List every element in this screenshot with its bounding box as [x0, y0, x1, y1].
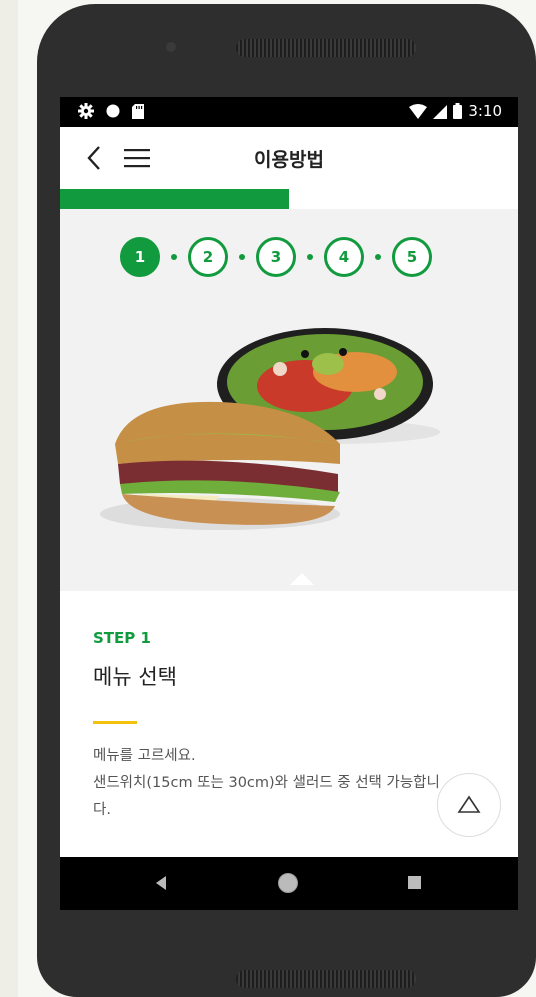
- bottom-speaker: [236, 970, 416, 988]
- progress-track: [60, 189, 518, 210]
- battery-icon: [453, 103, 463, 119]
- status-icons-left: [78, 103, 144, 119]
- nav-recent-apps-button[interactable]: [408, 876, 421, 889]
- settings-icon: [78, 103, 94, 119]
- scroll-top-button[interactable]: [437, 773, 501, 837]
- hero-section: 1 2 3 4 5: [60, 209, 518, 591]
- step-separator: [171, 254, 177, 260]
- status-time: 3:10: [468, 102, 502, 120]
- step-4[interactable]: 4: [324, 237, 364, 277]
- heading-underline: [93, 721, 137, 724]
- description-line-1: 메뉴를 고르세요.: [93, 748, 196, 764]
- status-bar: 3:10: [60, 97, 518, 127]
- step-label: STEP 1: [93, 629, 151, 647]
- step-separator: [307, 254, 313, 260]
- sandwich-salad-image: [100, 328, 440, 530]
- step-2[interactable]: 2: [188, 237, 228, 277]
- system-nav-bar: [60, 857, 518, 910]
- step-description: 메뉴를 고르세요. 샌드위치(15cm 또는 30cm)와 샐러드 중 선택 가…: [93, 743, 473, 824]
- step-content: STEP 1 메뉴 선택 메뉴를 고르세요. 샌드위치(15cm 또는 30cm…: [60, 591, 518, 857]
- wifi-icon: [409, 103, 428, 119]
- nav-home-button[interactable]: [278, 873, 298, 893]
- step-indicator: 1 2 3 4 5: [120, 235, 432, 279]
- progress-fill: [60, 189, 289, 209]
- signal-icon: [433, 104, 448, 119]
- step-heading: 메뉴 선택: [93, 665, 177, 689]
- record-icon: [106, 104, 120, 118]
- sd-card-icon: [132, 103, 144, 119]
- top-speaker: [236, 39, 416, 57]
- status-icons-right: 3:10: [409, 102, 502, 120]
- front-camera: [166, 42, 176, 52]
- step-5[interactable]: 5: [392, 237, 432, 277]
- step-1[interactable]: 1: [120, 237, 160, 277]
- page-title: 이용방법: [254, 149, 324, 171]
- step-separator: [375, 254, 381, 260]
- description-line-2: 샌드위치(15cm 또는 30cm)와 샐러드 중 선택 가능합니: [93, 775, 440, 791]
- app-bar: 이용방법: [60, 127, 518, 189]
- description-line-3: 다.: [93, 802, 111, 818]
- phone-screen: 3:10 이용방법 1 2 3 4 5 STEP 1 메뉴 선택 메뉴를 고르세…: [60, 97, 518, 910]
- nav-back-button[interactable]: [156, 876, 166, 890]
- scroll-top-icon: [457, 795, 481, 813]
- step-3[interactable]: 3: [256, 237, 296, 277]
- content-pointer: [290, 573, 314, 585]
- step-separator: [239, 254, 245, 260]
